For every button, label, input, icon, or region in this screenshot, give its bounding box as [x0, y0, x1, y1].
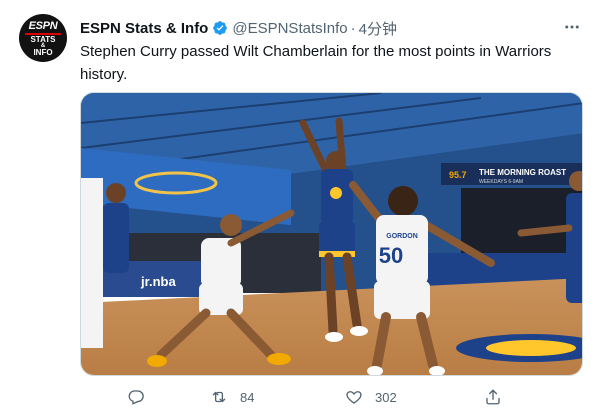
like-count: 302 — [375, 389, 397, 405]
reply-icon — [128, 390, 144, 405]
tweet[interactable]: ESPN STATS & INFO ESPN Stats & Info @ESP… — [0, 0, 594, 419]
avatar[interactable]: ESPN STATS & INFO — [19, 14, 67, 62]
avatar-espn-text: ESPN — [28, 20, 58, 32]
tweet-photo[interactable]: 95.7 THE MORNING ROAST WEEKDAYS 6-9AM jr… — [80, 92, 583, 376]
center-court-ring — [486, 340, 576, 356]
photo-scene: 95.7 THE MORNING ROAST WEEKDAYS 6-9AM jr… — [81, 93, 582, 375]
share-button[interactable] — [484, 388, 514, 406]
like-button[interactable]: 302 — [345, 388, 397, 406]
header-separator: · — [350, 19, 356, 37]
heart-icon — [346, 391, 362, 404]
radio-sign-sub: WEEKDAYS 6-9AM — [479, 179, 523, 185]
retweet-icon — [212, 391, 226, 403]
tweet-header: ESPN Stats & Info @ESPNStatsInfo · 4分钟 — [80, 18, 397, 38]
radio-sign-title: THE MORNING ROAST — [479, 168, 566, 177]
ad-board-text: jr.nba — [140, 274, 176, 289]
share-icon — [486, 389, 500, 405]
author-name[interactable]: ESPN Stats & Info — [80, 20, 208, 37]
retweet-count: 84 — [240, 389, 255, 405]
tweet-actions: 84 302 — [0, 388, 594, 414]
tweet-text: Stephen Curry passed Wilt Chamberlain fo… — [80, 43, 552, 83]
more-options-icon[interactable] — [561, 17, 583, 37]
retweet-button[interactable]: 84 — [210, 388, 254, 406]
jersey-name: GORDON — [386, 233, 418, 240]
radio-sign-logo: 95.7 — [449, 170, 467, 180]
reply-button[interactable] — [127, 388, 157, 406]
author-handle[interactable]: @ESPNStatsInfo — [232, 20, 347, 37]
avatar-info-text: INFO — [33, 48, 53, 57]
verified-badge-icon — [213, 21, 228, 35]
jersey-number: 50 — [379, 243, 403, 268]
tweet-timestamp[interactable]: 4分钟 — [359, 18, 397, 39]
